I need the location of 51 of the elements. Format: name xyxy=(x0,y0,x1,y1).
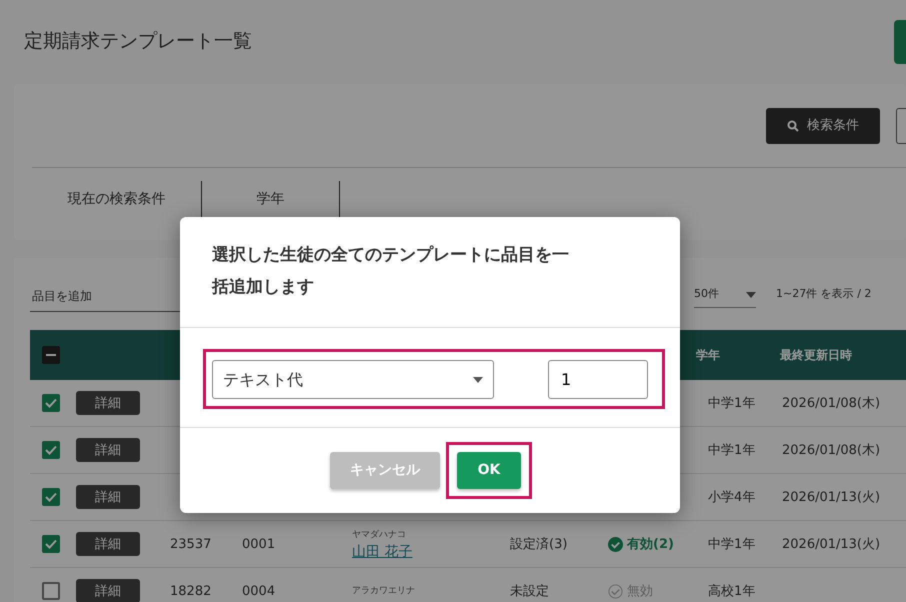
table-cell-text: 2026/01/13(火) xyxy=(782,488,882,506)
page-title: 定期請求テンプレート一覧 xyxy=(24,29,252,54)
table-cell-text: 中学1年 xyxy=(708,442,756,458)
outline-button[interactable] xyxy=(896,108,906,144)
ok-button[interactable]: OK xyxy=(457,452,521,489)
detail-button[interactable]: 詳細 xyxy=(76,579,140,602)
item-select[interactable]: テキスト代 xyxy=(212,360,494,399)
status-text: 有効(2) xyxy=(627,536,674,552)
caret-icon xyxy=(473,376,483,382)
condition-label: 現在の検索条件 xyxy=(68,190,166,208)
column-header[interactable]: 学年 xyxy=(696,346,780,364)
checkbox[interactable] xyxy=(42,582,60,600)
search-button[interactable]: 検索条件 xyxy=(766,108,880,144)
name-reading: アラカワエリナ xyxy=(352,584,416,598)
search-icon xyxy=(787,120,799,132)
checkbox[interactable] xyxy=(42,346,60,364)
table-cell-text: 小学4年 xyxy=(708,488,756,506)
table-cell-text: 中学1年 xyxy=(708,394,756,412)
name-reading: ヤマダハナコ xyxy=(352,528,407,542)
table-cell-text: 2026/01/13(火) xyxy=(782,536,882,552)
checkbox[interactable] xyxy=(42,488,60,506)
table-cell-text: 2026/01/08(木) xyxy=(782,442,882,458)
table-cell-text: 高校1年 xyxy=(708,582,756,600)
detail-button[interactable]: 詳細 xyxy=(76,391,140,415)
checkbox[interactable] xyxy=(42,394,60,412)
detail-button[interactable]: 詳細 xyxy=(76,532,140,556)
record-count: 1~27件 を表示 / 2 xyxy=(776,286,872,302)
table-cell-text: 23537 xyxy=(170,536,212,552)
table-cell-text: 設定済(3) xyxy=(510,536,568,552)
check-icon xyxy=(44,537,58,551)
table-cell-text: 18282 xyxy=(170,582,212,600)
check-icon xyxy=(44,443,58,457)
quantity-field[interactable]: 1 xyxy=(548,360,648,399)
detail-button[interactable]: 詳細 xyxy=(76,438,140,462)
table-cell-text: 2026/01/08(木) xyxy=(782,394,882,412)
page-size-select[interactable]: 50件 xyxy=(694,280,756,308)
check-icon xyxy=(44,490,58,504)
dialog-title: 選択した生徒の全てのテンプレートに品目を一括追加します xyxy=(210,244,570,299)
caret-icon xyxy=(746,292,756,298)
table-cell-text: 0004 xyxy=(242,582,276,600)
checkbox[interactable] xyxy=(42,535,60,553)
table-cell-text: 未設定 xyxy=(510,582,550,600)
student-name-link[interactable]: 山田 花子 xyxy=(352,544,510,561)
table-cell-text: 0001 xyxy=(242,536,276,552)
check-icon xyxy=(44,396,58,410)
checkbox[interactable] xyxy=(42,441,60,459)
table-cell-text: 中学1年 xyxy=(708,536,756,552)
condition-value: 学年 xyxy=(256,190,284,208)
detail-button[interactable]: 詳細 xyxy=(76,485,140,509)
column-header[interactable]: 最終更新日時 xyxy=(780,346,890,364)
status-text: 無効 xyxy=(627,582,653,600)
